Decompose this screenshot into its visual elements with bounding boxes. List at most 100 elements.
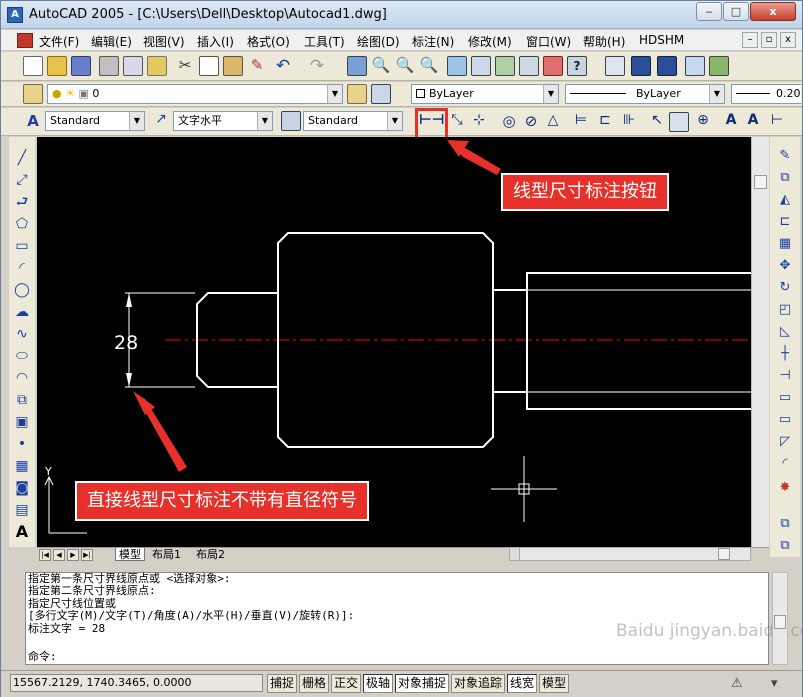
point-icon[interactable]: • [13, 435, 31, 453]
layer-previous-icon[interactable] [371, 84, 391, 104]
chamfer-icon[interactable]: ◸ [775, 433, 795, 451]
tolerance-icon[interactable] [669, 112, 689, 132]
hatch-icon[interactable]: ▦ [13, 457, 31, 475]
pan-realtime-icon[interactable] [347, 56, 367, 76]
grid-toggle[interactable]: 栅格 [299, 674, 329, 693]
radius-dimension-icon[interactable]: ◎ [499, 112, 519, 132]
design-center-icon[interactable] [471, 56, 491, 76]
fillet-icon[interactable]: ◜ [775, 455, 795, 473]
menu-modify[interactable]: 修改(M) [468, 33, 512, 50]
layer-dropdown[interactable]: ● ☀ ▣ 0 ▼ [47, 84, 343, 104]
zoom-window-icon[interactable]: 🔍 [395, 56, 415, 76]
insert-block-icon[interactable]: ⧉ [13, 391, 31, 409]
stretch-icon[interactable]: ◺ [775, 323, 795, 341]
doc-minimize-button[interactable]: – [742, 32, 758, 48]
table-icon[interactable]: ▤ [13, 501, 31, 519]
scroll-thumb[interactable] [774, 615, 786, 629]
cut-icon[interactable]: ✂ [175, 56, 195, 76]
lineweight-toggle[interactable]: 线宽 [507, 674, 537, 693]
scroll-thumb[interactable] [718, 548, 730, 560]
scale-icon[interactable]: ◰ [775, 301, 795, 319]
hdshm-tool-5-icon[interactable] [709, 56, 729, 76]
osnap-toggle[interactable]: 对象捕捉 [395, 674, 449, 693]
menu-dimension[interactable]: 标注(N) [412, 33, 454, 50]
continue-dimension-icon[interactable]: ⊪ [619, 112, 639, 132]
previous-tab-icon[interactable]: ◀ [53, 549, 65, 561]
rectangle-icon[interactable]: ▭ [13, 237, 31, 255]
help-icon[interactable]: ? [567, 56, 587, 76]
line-icon[interactable]: ╱ [13, 149, 31, 167]
last-tab-icon[interactable]: ▶| [81, 549, 93, 561]
diameter-dimension-icon[interactable]: ⊘ [521, 112, 541, 132]
make-block-icon[interactable]: ▣ [13, 413, 31, 431]
coordinate-display[interactable]: 15567.2129, 1740.3465, 0.0000 [10, 674, 263, 692]
erase-icon[interactable]: ✎ [775, 147, 795, 165]
communication-center-icon[interactable]: ⚠ [731, 676, 743, 691]
otrack-toggle[interactable]: 对象追踪 [451, 674, 505, 693]
construction-line-icon[interactable]: ⤢ [13, 171, 31, 189]
ellipse-arc-icon[interactable]: ◠ [13, 369, 31, 387]
ortho-toggle[interactable]: 正交 [331, 674, 361, 693]
first-tab-icon[interactable]: |◀ [39, 549, 51, 561]
baseline-dimension-icon[interactable]: ⊏ [595, 112, 615, 132]
dimension-style-dropdown[interactable]: 文字水平 ▼ [173, 111, 273, 131]
color-control-dropdown[interactable]: ByLayer ▼ [411, 84, 559, 104]
circle-icon[interactable]: ◯ [13, 281, 31, 299]
next-tab-icon[interactable]: ▶ [67, 549, 79, 561]
publish-icon[interactable] [147, 56, 167, 76]
menu-draw[interactable]: 绘图(D) [357, 33, 400, 50]
table-style-dropdown[interactable]: Standard ▼ [303, 111, 403, 131]
polyline-icon[interactable]: ⮐ [13, 193, 31, 211]
text-style-dropdown[interactable]: Standard ▼ [45, 111, 145, 131]
dimension-text-edit-icon[interactable]: A [743, 112, 763, 132]
break-icon[interactable]: ▭ [775, 411, 795, 429]
polar-toggle[interactable]: 极轴 [363, 674, 393, 693]
zoom-realtime-icon[interactable]: 🔍 [371, 56, 391, 76]
canvas-vertical-scrollbar[interactable] [751, 137, 769, 547]
new-file-icon[interactable] [23, 56, 43, 76]
center-mark-icon[interactable]: ⊕ [693, 112, 713, 132]
spline-icon[interactable]: ∿ [13, 325, 31, 343]
revision-cloud-icon[interactable]: ☁ [13, 303, 31, 321]
undo-icon[interactable]: ↶ [273, 56, 293, 76]
extend-icon[interactable]: ⊣ [775, 367, 795, 385]
command-scrollbar[interactable] [772, 572, 788, 665]
scroll-left-icon[interactable] [510, 548, 520, 560]
menu-hdshm[interactable]: HDSHM [639, 33, 684, 47]
menu-help[interactable]: 帮助(H) [583, 33, 625, 50]
menu-file[interactable]: 文件(F) [39, 33, 79, 50]
paste-icon[interactable] [223, 56, 243, 76]
zoom-previous-icon[interactable]: 🔍 [419, 56, 439, 76]
aligned-dimension-icon[interactable]: ⤡ [447, 112, 467, 132]
dimension-edit-icon[interactable]: A [721, 112, 741, 132]
multiline-text-icon[interactable]: A [13, 523, 31, 541]
canvas-horizontal-scrollbar[interactable] [509, 547, 751, 561]
minimize-button[interactable]: ‒ [696, 2, 722, 21]
menu-window[interactable]: 窗口(W) [526, 33, 571, 50]
rotate-icon[interactable]: ↻ [775, 279, 795, 297]
scroll-thumb[interactable] [754, 175, 767, 189]
menu-format[interactable]: 格式(O) [247, 33, 290, 50]
mirror-icon[interactable]: ◭ [775, 191, 795, 209]
hdshm-tool-1-icon[interactable] [605, 56, 625, 76]
close-button[interactable]: x [750, 2, 796, 21]
dimension-update-icon[interactable]: ⊢ [767, 112, 787, 132]
move-icon[interactable]: ✥ [775, 257, 795, 275]
drawing-canvas[interactable]: 28 Y 线型尺寸标注按钮 直接线型尺寸标注不带有直径符号 [37, 137, 751, 547]
copy-icon[interactable] [199, 56, 219, 76]
hdshm-tool-4-icon[interactable] [685, 56, 705, 76]
document-icon[interactable] [17, 33, 33, 48]
command-window[interactable]: 指定第一条尺寸界线原点或 <选择对象>: 指定第二条尺寸界线原点: 指定尺寸线位… [25, 572, 803, 665]
hdshm-tool-2-icon[interactable] [631, 56, 651, 76]
print-icon[interactable] [99, 56, 119, 76]
angular-dimension-icon[interactable]: △ [543, 112, 563, 132]
array-icon[interactable]: ▦ [775, 235, 795, 253]
redo-icon[interactable]: ↷ [307, 56, 327, 76]
toolbar-extra-icon[interactable]: ⧉ [775, 515, 795, 533]
tool-palettes-icon[interactable] [495, 56, 515, 76]
model-toggle[interactable]: 模型 [539, 674, 569, 693]
text-style-icon[interactable]: A [23, 111, 43, 131]
trim-icon[interactable]: ┼ [775, 345, 795, 363]
lineweight-control-dropdown[interactable]: 0.20 [731, 84, 801, 104]
copy-object-icon[interactable]: ⧉ [775, 169, 795, 187]
